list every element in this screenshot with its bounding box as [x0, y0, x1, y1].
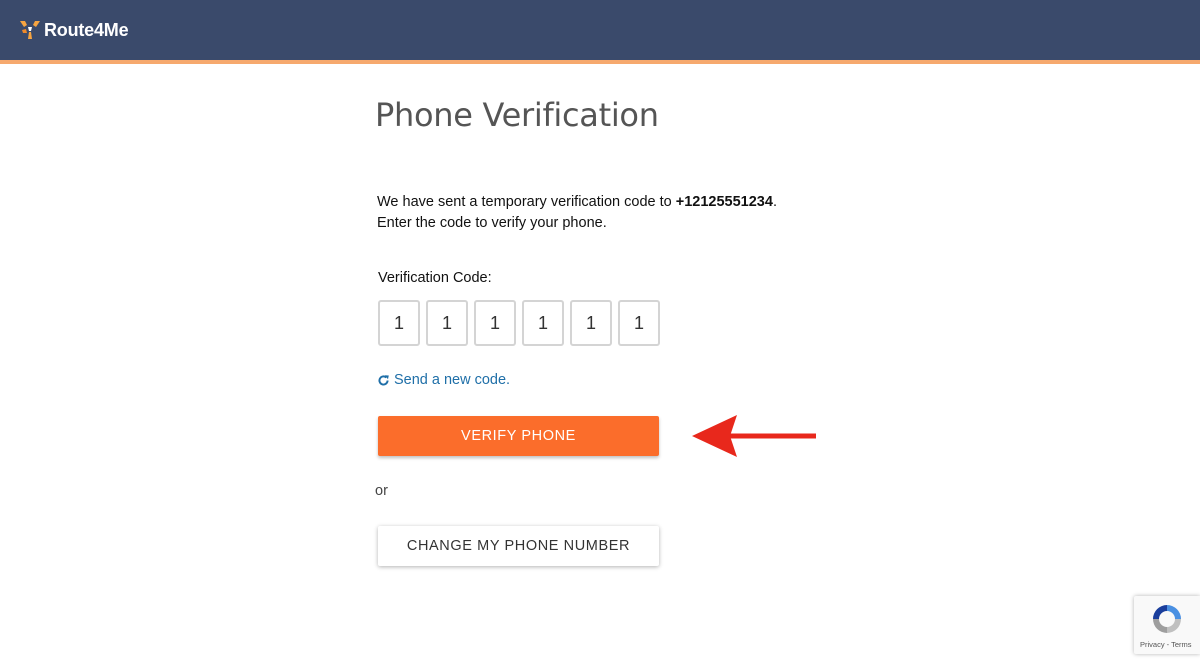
annotation-arrow-icon [692, 415, 816, 457]
page-title: Phone Verification [375, 96, 659, 134]
top-navbar: Route4Me [0, 0, 1200, 60]
code-digit-3[interactable] [474, 300, 516, 346]
verification-code-inputs [378, 300, 660, 346]
send-new-code-label: Send a new code. [394, 372, 511, 388]
change-phone-number-button[interactable]: CHANGE MY PHONE NUMBER [378, 526, 659, 566]
route4me-logo[interactable]: Route4Me [18, 16, 129, 44]
recaptcha-links[interactable]: Privacy - Terms [1140, 640, 1192, 649]
code-digit-4[interactable] [522, 300, 564, 346]
message-line2: Enter the code to verify your phone. [377, 215, 607, 231]
code-digit-2[interactable] [426, 300, 468, 346]
refresh-icon [378, 374, 389, 385]
logo-text: Route4Me [44, 19, 129, 40]
code-digit-5[interactable] [570, 300, 612, 346]
verification-message: We have sent a temporary verification co… [377, 192, 937, 234]
verification-code-label: Verification Code: [378, 270, 492, 286]
or-separator: or [375, 483, 388, 499]
code-digit-6[interactable] [618, 300, 660, 346]
message-prefix: We have sent a temporary verification co… [377, 194, 676, 210]
verify-phone-button[interactable]: VERIFY PHONE [378, 416, 659, 456]
recaptcha-badge[interactable]: Privacy - Terms [1134, 596, 1200, 654]
header-accent-stripe [0, 60, 1200, 64]
message-suffix: . [772, 194, 777, 210]
recaptcha-icon [1153, 605, 1181, 633]
send-new-code-link[interactable]: Send a new code. [377, 372, 510, 388]
phone-number: +12125551234 [675, 194, 773, 210]
code-digit-1[interactable] [378, 300, 420, 346]
route4me-logo-icon [20, 21, 40, 39]
